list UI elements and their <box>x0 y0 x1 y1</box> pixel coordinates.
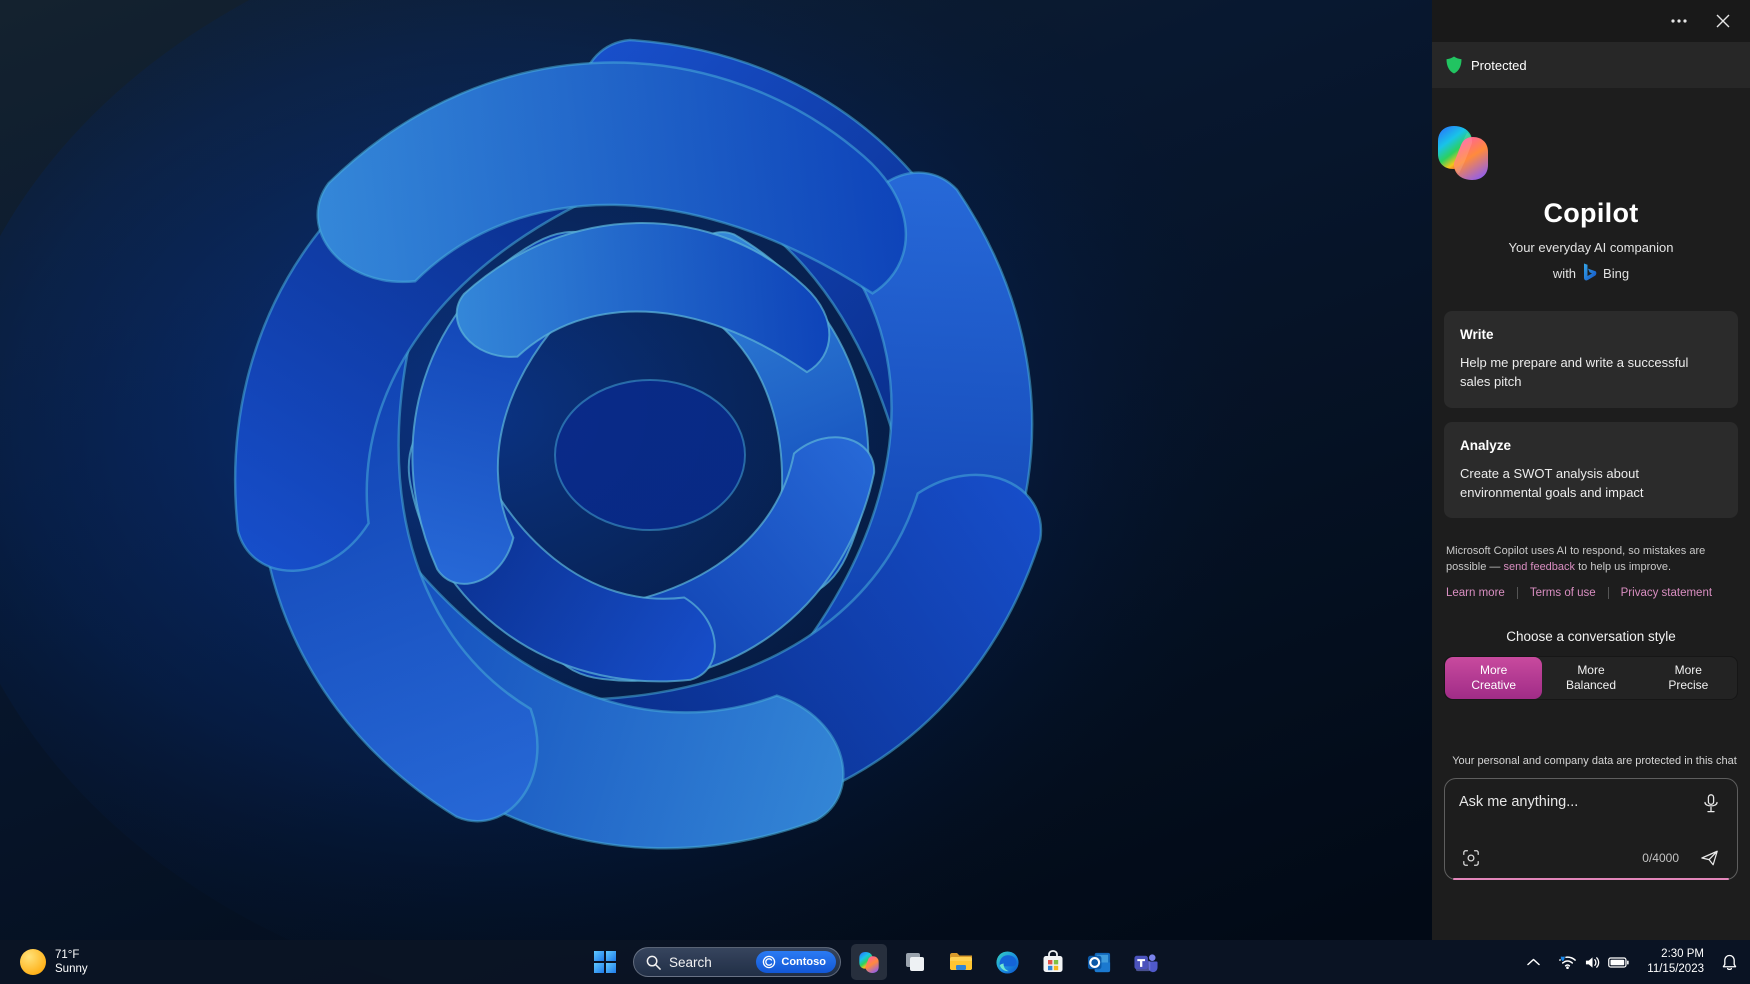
quick-settings-button[interactable] <box>1551 945 1636 979</box>
conversation-style-switcher: More Creative More Balanced More Precise <box>1444 656 1738 701</box>
clock-button[interactable]: 2:30 PM 11/15/2023 <box>1640 945 1711 979</box>
tray-date: 11/15/2023 <box>1647 963 1704 975</box>
input-accent-underline <box>1453 878 1729 881</box>
outlook-icon <box>1087 952 1110 972</box>
style-label: More Precise <box>1668 662 1709 693</box>
copilot-panel: Protected Copilot Your everyday AI compa… <box>1432 0 1750 940</box>
file-explorer-button[interactable] <box>943 944 979 980</box>
taskbar-center: Search Contoso <box>0 940 1750 984</box>
taskbar: 71°F Sunny Search Contoso 2:30 PM 11/15/… <box>0 940 1750 984</box>
terms-of-use-link[interactable]: Terms of use <box>1530 587 1596 599</box>
chat-input-box: 0/4000 <box>1444 778 1738 881</box>
shield-icon <box>1446 56 1462 74</box>
windows-start-icon <box>594 951 616 973</box>
style-label: More Balanced <box>1565 662 1617 693</box>
link-divider <box>1516 587 1518 600</box>
teams-icon <box>1133 953 1158 972</box>
file-explorer-icon <box>950 953 972 970</box>
style-more-precise[interactable]: More Precise <box>1640 657 1737 699</box>
bing-icon <box>1584 263 1597 281</box>
conversation-style-heading: Choose a conversation style <box>1506 629 1676 645</box>
more-options-button[interactable] <box>1662 6 1696 36</box>
copilot-logo <box>1438 126 1488 180</box>
style-more-creative[interactable]: More Creative <box>1445 657 1543 700</box>
link-divider <box>1607 587 1609 600</box>
tray-overflow-button[interactable] <box>1520 945 1547 979</box>
close-icon <box>1716 14 1730 28</box>
screenshot-button[interactable] <box>1457 845 1485 871</box>
microsoft-store-icon <box>1043 950 1063 972</box>
microphone-icon <box>1704 793 1718 812</box>
edge-icon <box>995 950 1019 974</box>
volume-icon <box>1586 956 1600 968</box>
mic-button[interactable] <box>1697 789 1725 817</box>
chat-input[interactable] <box>1459 791 1691 814</box>
copilot-titlebar <box>1432 0 1750 42</box>
suggestion-card-analyze[interactable]: Analyze Create a SWOT analysis about env… <box>1444 421 1738 519</box>
learn-more-link[interactable]: Learn more <box>1446 587 1505 599</box>
search-box[interactable]: Search Contoso <box>633 947 841 977</box>
card-body: Create a SWOT analysis about environment… <box>1460 465 1644 500</box>
suggestion-card-write[interactable]: Write Help me prepare and write a succes… <box>1444 311 1738 408</box>
send-button[interactable] <box>1695 845 1725 871</box>
battery-icon <box>1608 956 1629 968</box>
copilot-taskbar-icon <box>859 951 879 973</box>
style-more-balanced[interactable]: More Balanced <box>1542 657 1639 699</box>
card-body: Help me prepare and write a successful s… <box>1460 355 1689 389</box>
notifications-button[interactable] <box>1715 945 1744 979</box>
privacy-note-text: Your personal and company data are prote… <box>1452 755 1737 768</box>
contoso-badge: Contoso <box>756 951 836 973</box>
privacy-statement-link[interactable]: Privacy statement <box>1621 587 1712 599</box>
disclaimer-text-end: to help us improve. <box>1575 560 1672 573</box>
copilot-with-bing: with Bing <box>1432 263 1750 283</box>
screen-capture-icon <box>1463 850 1479 866</box>
start-button[interactable] <box>587 944 623 980</box>
copilot-subtitle: Your everyday AI companion <box>1508 240 1674 255</box>
teams-button[interactable] <box>1127 944 1163 980</box>
close-button[interactable] <box>1706 6 1740 36</box>
system-tray: 2:30 PM 11/15/2023 <box>1520 940 1744 984</box>
chevron-up-icon <box>1527 958 1541 966</box>
task-view-button[interactable] <box>897 944 933 980</box>
card-title: Analyze <box>1460 437 1512 453</box>
contoso-logo-icon <box>763 955 776 969</box>
contoso-label: Contoso <box>781 956 826 968</box>
bing-label: Bing <box>1603 265 1630 281</box>
screen: Protected Copilot Your everyday AI compa… <box>0 0 1750 984</box>
wifi-icon <box>1559 955 1577 970</box>
ai-disclaimer: Microsoft Copilot uses AI to respond, so… <box>1446 544 1736 575</box>
microsoft-store-button[interactable] <box>1035 944 1071 980</box>
search-icon <box>646 955 661 970</box>
bell-icon <box>1722 954 1737 970</box>
protected-banner: Protected <box>1432 42 1750 88</box>
tray-time: 2:30 PM <box>1661 948 1704 961</box>
card-title: Write <box>1460 327 1494 342</box>
task-view-icon <box>906 953 924 971</box>
char-counter: 0/4000 <box>1642 851 1679 866</box>
send-icon <box>1701 850 1718 866</box>
outlook-button[interactable] <box>1081 944 1117 980</box>
copilot-brand: Copilot Your everyday AI companion with … <box>1432 124 1750 283</box>
ellipsis-icon <box>1671 19 1687 23</box>
search-label: Search <box>669 954 712 970</box>
taskbar-copilot-button[interactable] <box>851 944 887 980</box>
privacy-note: Your personal and company data are prote… <box>1446 754 1737 768</box>
copilot-title: Copilot <box>1543 198 1639 228</box>
clock: 2:30 PM 11/15/2023 <box>1647 947 1704 977</box>
send-feedback-link[interactable]: send feedback <box>1503 561 1575 573</box>
legal-links: Learn more Terms of use Privacy statemen… <box>1446 587 1736 600</box>
style-label: More Creative <box>1471 662 1516 693</box>
with-label: with <box>1552 265 1577 281</box>
suggestion-cards: Write Help me prepare and write a succes… <box>1444 311 1738 519</box>
edge-button[interactable] <box>989 944 1025 980</box>
chat-input-toolbar: 0/4000 <box>1457 845 1725 871</box>
copilot-body: Copilot Your everyday AI companion with … <box>1432 88 1750 940</box>
protected-label: Protected <box>1471 57 1527 73</box>
